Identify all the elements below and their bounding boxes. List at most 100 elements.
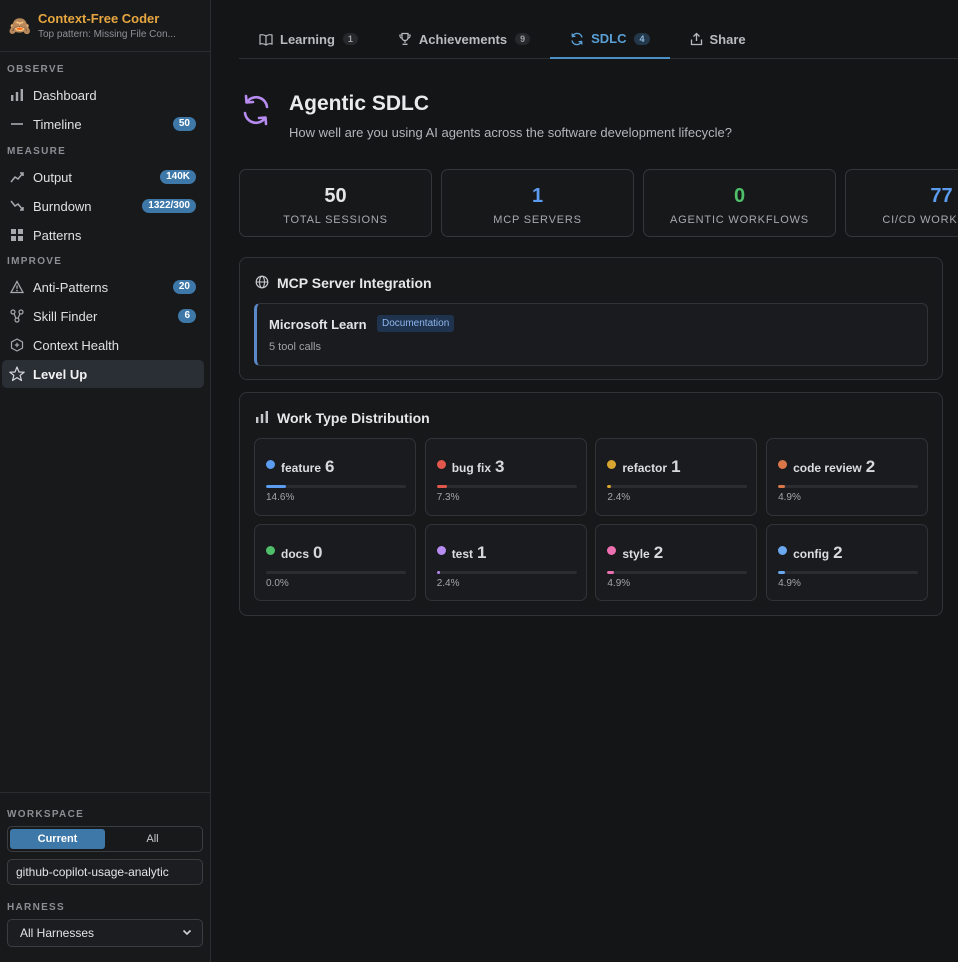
sidebar-item-label: Dashboard xyxy=(33,87,97,103)
brand-title: Context-Free Coder xyxy=(38,11,160,26)
progress-fill xyxy=(436,485,447,488)
sidebar-item-timeline[interactable]: Timeline 50 xyxy=(2,110,204,138)
sidebar-item-level-up[interactable]: Level Up xyxy=(2,360,204,388)
tab-share[interactable]: Share xyxy=(670,20,766,58)
work-type-count: 3 xyxy=(495,457,505,476)
tab-learning[interactable]: Learning 1 xyxy=(239,20,378,58)
network-icon xyxy=(8,307,26,325)
sidebar-item-label: Timeline xyxy=(33,116,82,132)
work-type-count: 2 xyxy=(653,543,664,562)
work-type-tile: test 1 2.4% xyxy=(424,524,587,601)
globe-icon xyxy=(255,275,271,291)
stat-label: AGENTIC WORKFLOWS xyxy=(670,214,809,226)
warning-icon xyxy=(8,278,26,296)
progress-track xyxy=(266,571,406,574)
work-type-percent: 7.3% xyxy=(436,492,460,503)
stat-card: 0 AGENTIC WORKFLOWS xyxy=(643,169,836,237)
color-dot xyxy=(778,546,788,555)
progress-track xyxy=(778,485,919,488)
sidebar: 🙈 Context-Free Coder Top pattern: Missin… xyxy=(0,0,211,962)
work-type-count: 1 xyxy=(477,543,487,562)
stat-card: 1 MCP SERVERS xyxy=(441,169,634,237)
work-type-percent: 2.4% xyxy=(607,492,631,503)
stat-value: 50 xyxy=(324,185,347,207)
work-type-grid: feature 6 14.6% bug fix 3 7.3% refactor 1 2… xyxy=(254,438,929,601)
count-badge: 140K xyxy=(160,170,196,184)
sidebar-item-burndown[interactable]: Burndown 1322/300 xyxy=(2,192,204,220)
sdlc-cycle-icon xyxy=(240,92,272,132)
sidebar-item-label: Level Up xyxy=(33,366,88,382)
sidebar-item-dashboard[interactable]: Dashboard xyxy=(2,81,204,109)
tab-label: Share xyxy=(709,31,746,47)
work-type-percent: 4.9% xyxy=(607,578,631,589)
sidebar-item-skill-finder[interactable]: Skill Finder 6 xyxy=(2,302,204,330)
section-label-improve: IMPROVE xyxy=(7,256,63,267)
progress-track xyxy=(436,485,577,488)
stat-card: 50 TOTAL SESSIONS xyxy=(239,169,432,237)
mcp-server-item[interactable]: Microsoft Learn Documentation 5 tool cal… xyxy=(254,303,928,366)
tab-achievements[interactable]: Achievements 9 xyxy=(378,20,550,58)
stat-value: 77 xyxy=(930,185,953,207)
work-type-tile: refactor 1 2.4% xyxy=(595,438,758,516)
stat-label: MCP SERVERS xyxy=(493,214,582,226)
tab-sdlc[interactable]: SDLC 4 xyxy=(550,20,670,59)
work-type-tile: bug fix 3 7.3% xyxy=(424,438,587,516)
color-dot xyxy=(266,546,275,555)
count-badge: 20 xyxy=(172,280,196,294)
color-dot xyxy=(436,460,446,469)
stat-card: 77 CI/CD WORKFLOWS xyxy=(845,169,958,237)
work-type-count: 2 xyxy=(865,457,876,476)
work-type-name: docs xyxy=(281,547,310,561)
workspace-all-button[interactable]: All xyxy=(105,829,200,849)
progress-track xyxy=(607,571,748,574)
work-type-percent: 0.0% xyxy=(266,578,289,589)
sidebar-item-anti-patterns[interactable]: Anti-Patterns 20 xyxy=(2,273,204,301)
work-type-card: Work Type Distribution feature 6 14.6% bu… xyxy=(239,392,943,616)
tab-count-badge: 4 xyxy=(634,32,650,45)
card-title: MCP Server Integration xyxy=(277,275,432,291)
workspace-label: WORKSPACE xyxy=(7,809,85,820)
tab-label: Achievements xyxy=(418,31,508,47)
work-type-percent: 14.6% xyxy=(266,492,295,503)
work-type-percent: 4.9% xyxy=(778,578,801,589)
color-dot xyxy=(436,546,446,555)
work-type-name: refactor xyxy=(622,461,668,475)
sidebar-item-output[interactable]: Output 140K xyxy=(2,163,204,191)
health-icon xyxy=(8,336,26,354)
work-type-name: code review xyxy=(793,461,862,475)
sidebar-item-label: Skill Finder xyxy=(33,308,98,324)
page-header: Agentic SDLC How well are you using AI a… xyxy=(240,90,732,140)
stats-row: 50 TOTAL SESSIONS 1 MCP SERVERS 0 AGENTI… xyxy=(239,169,958,237)
brand-header[interactable]: 🙈 Context-Free Coder Top pattern: Missin… xyxy=(0,0,210,52)
mcp-server-name: Microsoft Learn xyxy=(269,317,367,332)
work-type-tile: config 2 4.9% xyxy=(766,524,929,601)
count-badge: 6 xyxy=(178,309,196,323)
progress-fill xyxy=(436,571,441,574)
share-icon xyxy=(690,32,703,46)
work-type-tile: feature 6 14.6% xyxy=(254,438,416,516)
section-label-observe: OBSERVE xyxy=(7,64,65,75)
mcp-server-calls: 5 tool calls xyxy=(269,341,321,353)
page-title: Agentic SDLC xyxy=(289,92,430,115)
mcp-integration-card: MCP Server Integration Microsoft Learn D… xyxy=(239,257,943,380)
timeline-icon xyxy=(8,115,26,133)
brand-subtitle: Top pattern: Missing File Con... xyxy=(38,29,176,40)
sidebar-item-patterns[interactable]: Patterns xyxy=(2,221,204,249)
trending-up-icon xyxy=(8,168,26,186)
workspace-input[interactable] xyxy=(7,859,203,885)
sidebar-item-label: Anti-Patterns xyxy=(33,279,109,295)
work-type-name: config xyxy=(793,547,830,561)
chevron-down-icon xyxy=(182,926,192,940)
progress-fill xyxy=(607,571,615,574)
trophy-icon xyxy=(398,32,412,46)
progress-track xyxy=(778,571,919,574)
work-type-name: test xyxy=(451,547,474,561)
work-type-percent: 2.4% xyxy=(436,578,460,589)
sidebar-item-label: Context Health xyxy=(33,337,119,353)
workspace-current-button[interactable]: Current xyxy=(10,829,105,849)
sidebar-item-label: Output xyxy=(33,169,73,185)
work-type-tile: code review 2 4.9% xyxy=(766,438,929,516)
harness-select[interactable]: All Harnesses xyxy=(7,919,203,947)
workspace-toggle: Current All xyxy=(7,826,203,852)
sidebar-item-context-health[interactable]: Context Health xyxy=(2,331,204,359)
